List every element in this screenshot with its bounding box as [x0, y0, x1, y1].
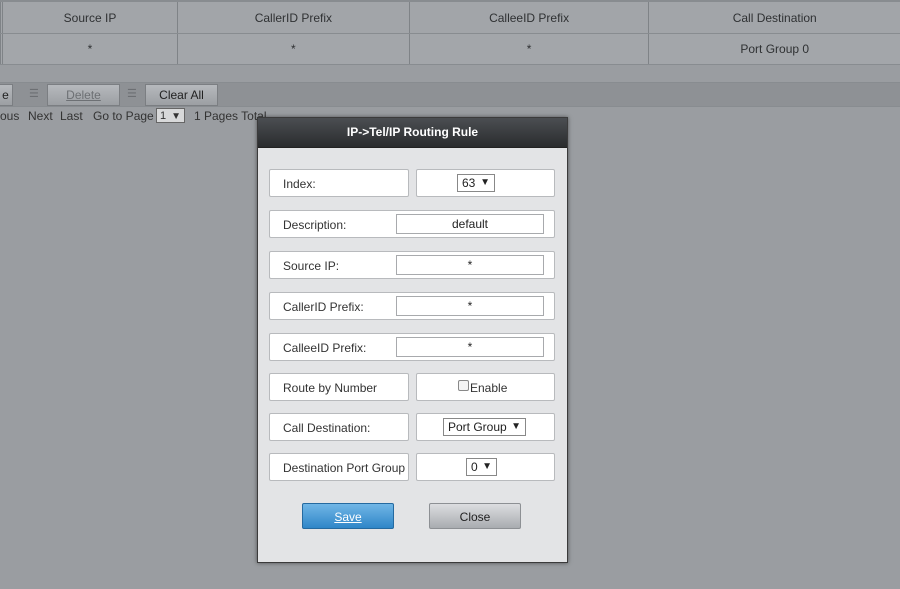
- call-destination-label-box: Call Destination:: [269, 413, 409, 441]
- page-select[interactable]: 1 ▼: [156, 108, 185, 123]
- dialog-title: IP->Tel/IP Routing Rule: [258, 118, 567, 148]
- routing-rule-dialog: IP->Tel/IP Routing Rule Index: 63 ▼ Desc…: [257, 117, 568, 563]
- header-callerid-prefix: CallerID Prefix: [177, 2, 409, 33]
- routing-table: Source IP CallerID Prefix CalleeID Prefi…: [0, 0, 900, 65]
- description-label: Description:: [283, 218, 347, 232]
- index-select-value: 63: [462, 176, 476, 190]
- chevron-down-icon: ▼: [480, 177, 490, 188]
- destination-port-group-select[interactable]: 0 ▼: [466, 458, 497, 476]
- enable-checkbox-label: Enable: [470, 381, 508, 395]
- next-link[interactable]: Next: [28, 107, 53, 125]
- table-header-row: Source IP CallerID Prefix CalleeID Prefi…: [0, 0, 900, 34]
- source-ip-row: Source IP: *: [269, 251, 555, 279]
- enable-checkbox[interactable]: [458, 380, 469, 391]
- source-ip-label: Source IP:: [283, 259, 340, 273]
- call-destination-select-value: Port Group: [448, 420, 507, 434]
- destination-port-group-value-box: 0 ▼: [416, 453, 555, 481]
- calleeid-prefix-label: CalleeID Prefix:: [283, 341, 367, 355]
- route-by-number-label-box: Route by Number: [269, 373, 409, 401]
- call-destination-select[interactable]: Port Group ▼: [443, 418, 526, 436]
- index-value-box: 63 ▼: [416, 169, 555, 197]
- table-toolbar: e ☰ Delete ☰ Clear All: [0, 82, 900, 107]
- callerid-prefix-row: CallerID Prefix: *: [269, 292, 555, 320]
- delete-button[interactable]: Delete: [47, 84, 120, 106]
- separator-icon: ☰: [127, 88, 137, 100]
- table-row[interactable]: * * * Port Group 0: [0, 34, 900, 65]
- index-select[interactable]: 63 ▼: [457, 174, 495, 192]
- calleeid-prefix-input[interactable]: *: [396, 337, 544, 357]
- save-button[interactable]: Save: [302, 503, 394, 529]
- call-destination-label: Call Destination:: [283, 421, 371, 435]
- clear-all-button[interactable]: Clear All: [145, 84, 218, 106]
- previous-link[interactable]: ous: [0, 107, 19, 125]
- index-label-box: Index:: [269, 169, 409, 197]
- destination-port-group-label: Destination Port Group: [283, 461, 406, 475]
- cell-callerid-prefix: *: [177, 34, 409, 64]
- close-button[interactable]: Close: [429, 503, 521, 529]
- chevron-down-icon: ▼: [511, 421, 521, 432]
- separator-icon: ☰: [29, 88, 39, 100]
- cell-call-destination: Port Group 0: [648, 34, 900, 64]
- route-by-number-label: Route by Number: [283, 381, 378, 395]
- cell-calleeid-prefix: *: [408, 34, 649, 64]
- description-row: Description: default: [269, 210, 555, 238]
- header-call-destination: Call Destination: [648, 2, 900, 33]
- index-label: Index:: [283, 177, 316, 191]
- header-calleeid-prefix: CalleeID Prefix: [408, 2, 649, 33]
- description-input[interactable]: default: [396, 214, 544, 234]
- chevron-down-icon: ▼: [482, 461, 492, 472]
- source-ip-input[interactable]: *: [396, 255, 544, 275]
- last-link[interactable]: Last: [60, 107, 83, 125]
- chevron-down-icon: ▼: [171, 111, 181, 122]
- destination-port-group-label-box: Destination Port Group: [269, 453, 409, 481]
- cell-source-ip: *: [2, 34, 177, 64]
- route-by-number-value-box: Enable: [416, 373, 555, 401]
- page-select-value: 1: [160, 110, 167, 122]
- callerid-prefix-label: CallerID Prefix:: [283, 300, 364, 314]
- goto-page-label: Go to Page: [93, 109, 154, 123]
- call-destination-value-box: Port Group ▼: [416, 413, 555, 441]
- header-source-ip: Source IP: [2, 2, 177, 33]
- callerid-prefix-input[interactable]: *: [396, 296, 544, 316]
- calleeid-prefix-row: CalleeID Prefix: *: [269, 333, 555, 361]
- pages-total: 1 Pages Total: [194, 109, 267, 123]
- destination-port-group-select-value: 0: [471, 460, 478, 474]
- partial-toolbar-button[interactable]: e: [0, 84, 13, 106]
